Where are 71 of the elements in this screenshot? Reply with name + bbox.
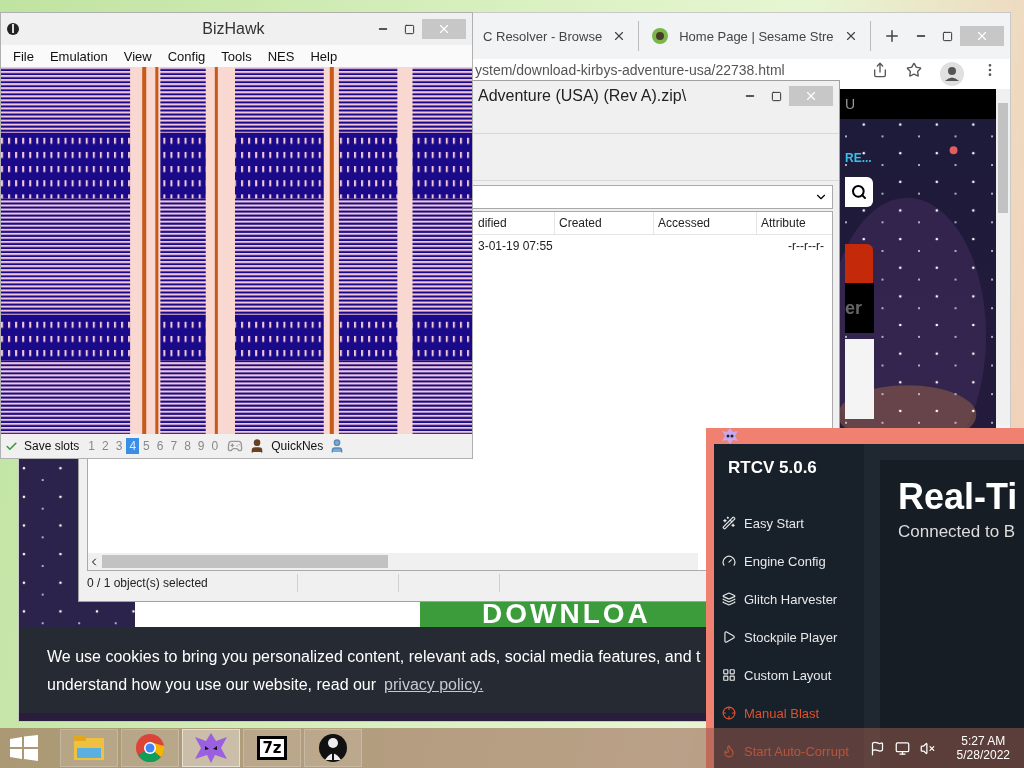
maximize-icon <box>403 23 415 35</box>
flag-icon[interactable] <box>869 740 885 756</box>
network-icon[interactable] <box>894 740 910 756</box>
favicon-icon <box>651 27 670 45</box>
menu-item[interactable]: Tools <box>213 46 260 66</box>
scroll-thumb[interactable] <box>102 555 388 568</box>
search-icon <box>851 184 867 200</box>
archiver-icon: 7z <box>257 736 287 760</box>
monster-icon <box>195 733 227 763</box>
nav-item[interactable]: Engine Config <box>722 542 864 580</box>
logo-text: er <box>845 283 874 333</box>
column-header[interactable]: Accessed <box>653 212 756 234</box>
chrome-icon <box>135 733 165 763</box>
menu-item[interactable]: View <box>115 46 160 66</box>
core-name: QuickNes <box>271 439 324 453</box>
close-icon <box>437 22 451 36</box>
folder-icon <box>73 734 105 762</box>
search-button[interactable] <box>845 177 873 207</box>
table-cell-text: 3-01-19 07:55 <box>477 238 554 255</box>
taskbar-button[interactable]: 7z <box>243 729 301 767</box>
share-icon[interactable] <box>872 62 888 78</box>
cookie-text: understand how you use our website, read our <box>47 675 377 695</box>
scroll-thumb[interactable] <box>998 103 1008 213</box>
close-icon <box>804 89 818 103</box>
check-icon <box>5 439 18 453</box>
privacy-link[interactable]: privacy policy. <box>384 671 484 699</box>
windows-icon[interactable] <box>10 735 38 761</box>
column-header[interactable]: Created <box>554 212 653 234</box>
nav-icon <box>722 744 736 758</box>
nav-icon <box>722 706 736 720</box>
figure-icon <box>319 733 347 763</box>
status-text: 0 / 1 object(s) selected <box>87 576 209 590</box>
scrollbar[interactable] <box>996 89 1010 425</box>
star-icon[interactable] <box>906 62 922 78</box>
browser-tab[interactable]: Home Page | Sesame Stre <box>639 21 871 51</box>
status-label: Save slots <box>24 439 80 453</box>
nav-icon <box>722 630 736 644</box>
maximize-icon <box>770 90 782 102</box>
menu-item[interactable]: Emulation <box>41 46 116 66</box>
column-header[interactable]: dified <box>474 212 554 234</box>
app-version: RTCV 5.0.6 <box>728 458 818 478</box>
menu-item[interactable]: File <box>5 46 42 66</box>
page-button[interactable] <box>845 244 873 284</box>
nav-item[interactable]: Easy Start <box>722 504 864 542</box>
menu-item[interactable]: Config <box>159 46 214 66</box>
table-cell-text: -r--r--r- <box>787 238 825 255</box>
cookie-text: We use cookies to bring you personalized content, relevant ads, social media features, and t <box>47 647 701 667</box>
close-icon <box>975 29 989 43</box>
window-title: BizHawk <box>202 20 265 38</box>
menu-item[interactable]: NES <box>259 46 303 66</box>
scrollbar[interactable] <box>88 553 698 570</box>
more-link[interactable]: RE... <box>845 151 872 165</box>
nav-icon <box>722 554 736 568</box>
taskbar-button[interactable] <box>304 729 362 767</box>
connection-text: Connected to B <box>898 522 1017 542</box>
mute-icon[interactable] <box>919 740 935 756</box>
nav-item[interactable]: Manual Blast <box>722 694 864 732</box>
nav-item[interactable]: Custom Layout <box>722 656 864 694</box>
menu-item[interactable]: Help <box>302 46 346 66</box>
nav-icon <box>722 592 736 606</box>
column-header[interactable]: Attribute <box>756 212 828 234</box>
window-title: Adventure (USA) (Rev A).zip\ <box>478 87 687 105</box>
main-heading: Real-Ti <box>898 476 1019 518</box>
app-icon <box>7 22 19 36</box>
nav-icon <box>722 516 736 530</box>
header-text: U <box>845 96 856 112</box>
address-text[interactable]: ystem/download-kirbys-adventure-usa/22738.html <box>475 62 785 78</box>
profile-icon[interactable] <box>940 62 964 86</box>
clock[interactable]: 5:27 AM 5/28/2022 <box>956 734 1010 762</box>
nav-icon <box>722 668 736 682</box>
maximize-icon <box>941 30 953 42</box>
